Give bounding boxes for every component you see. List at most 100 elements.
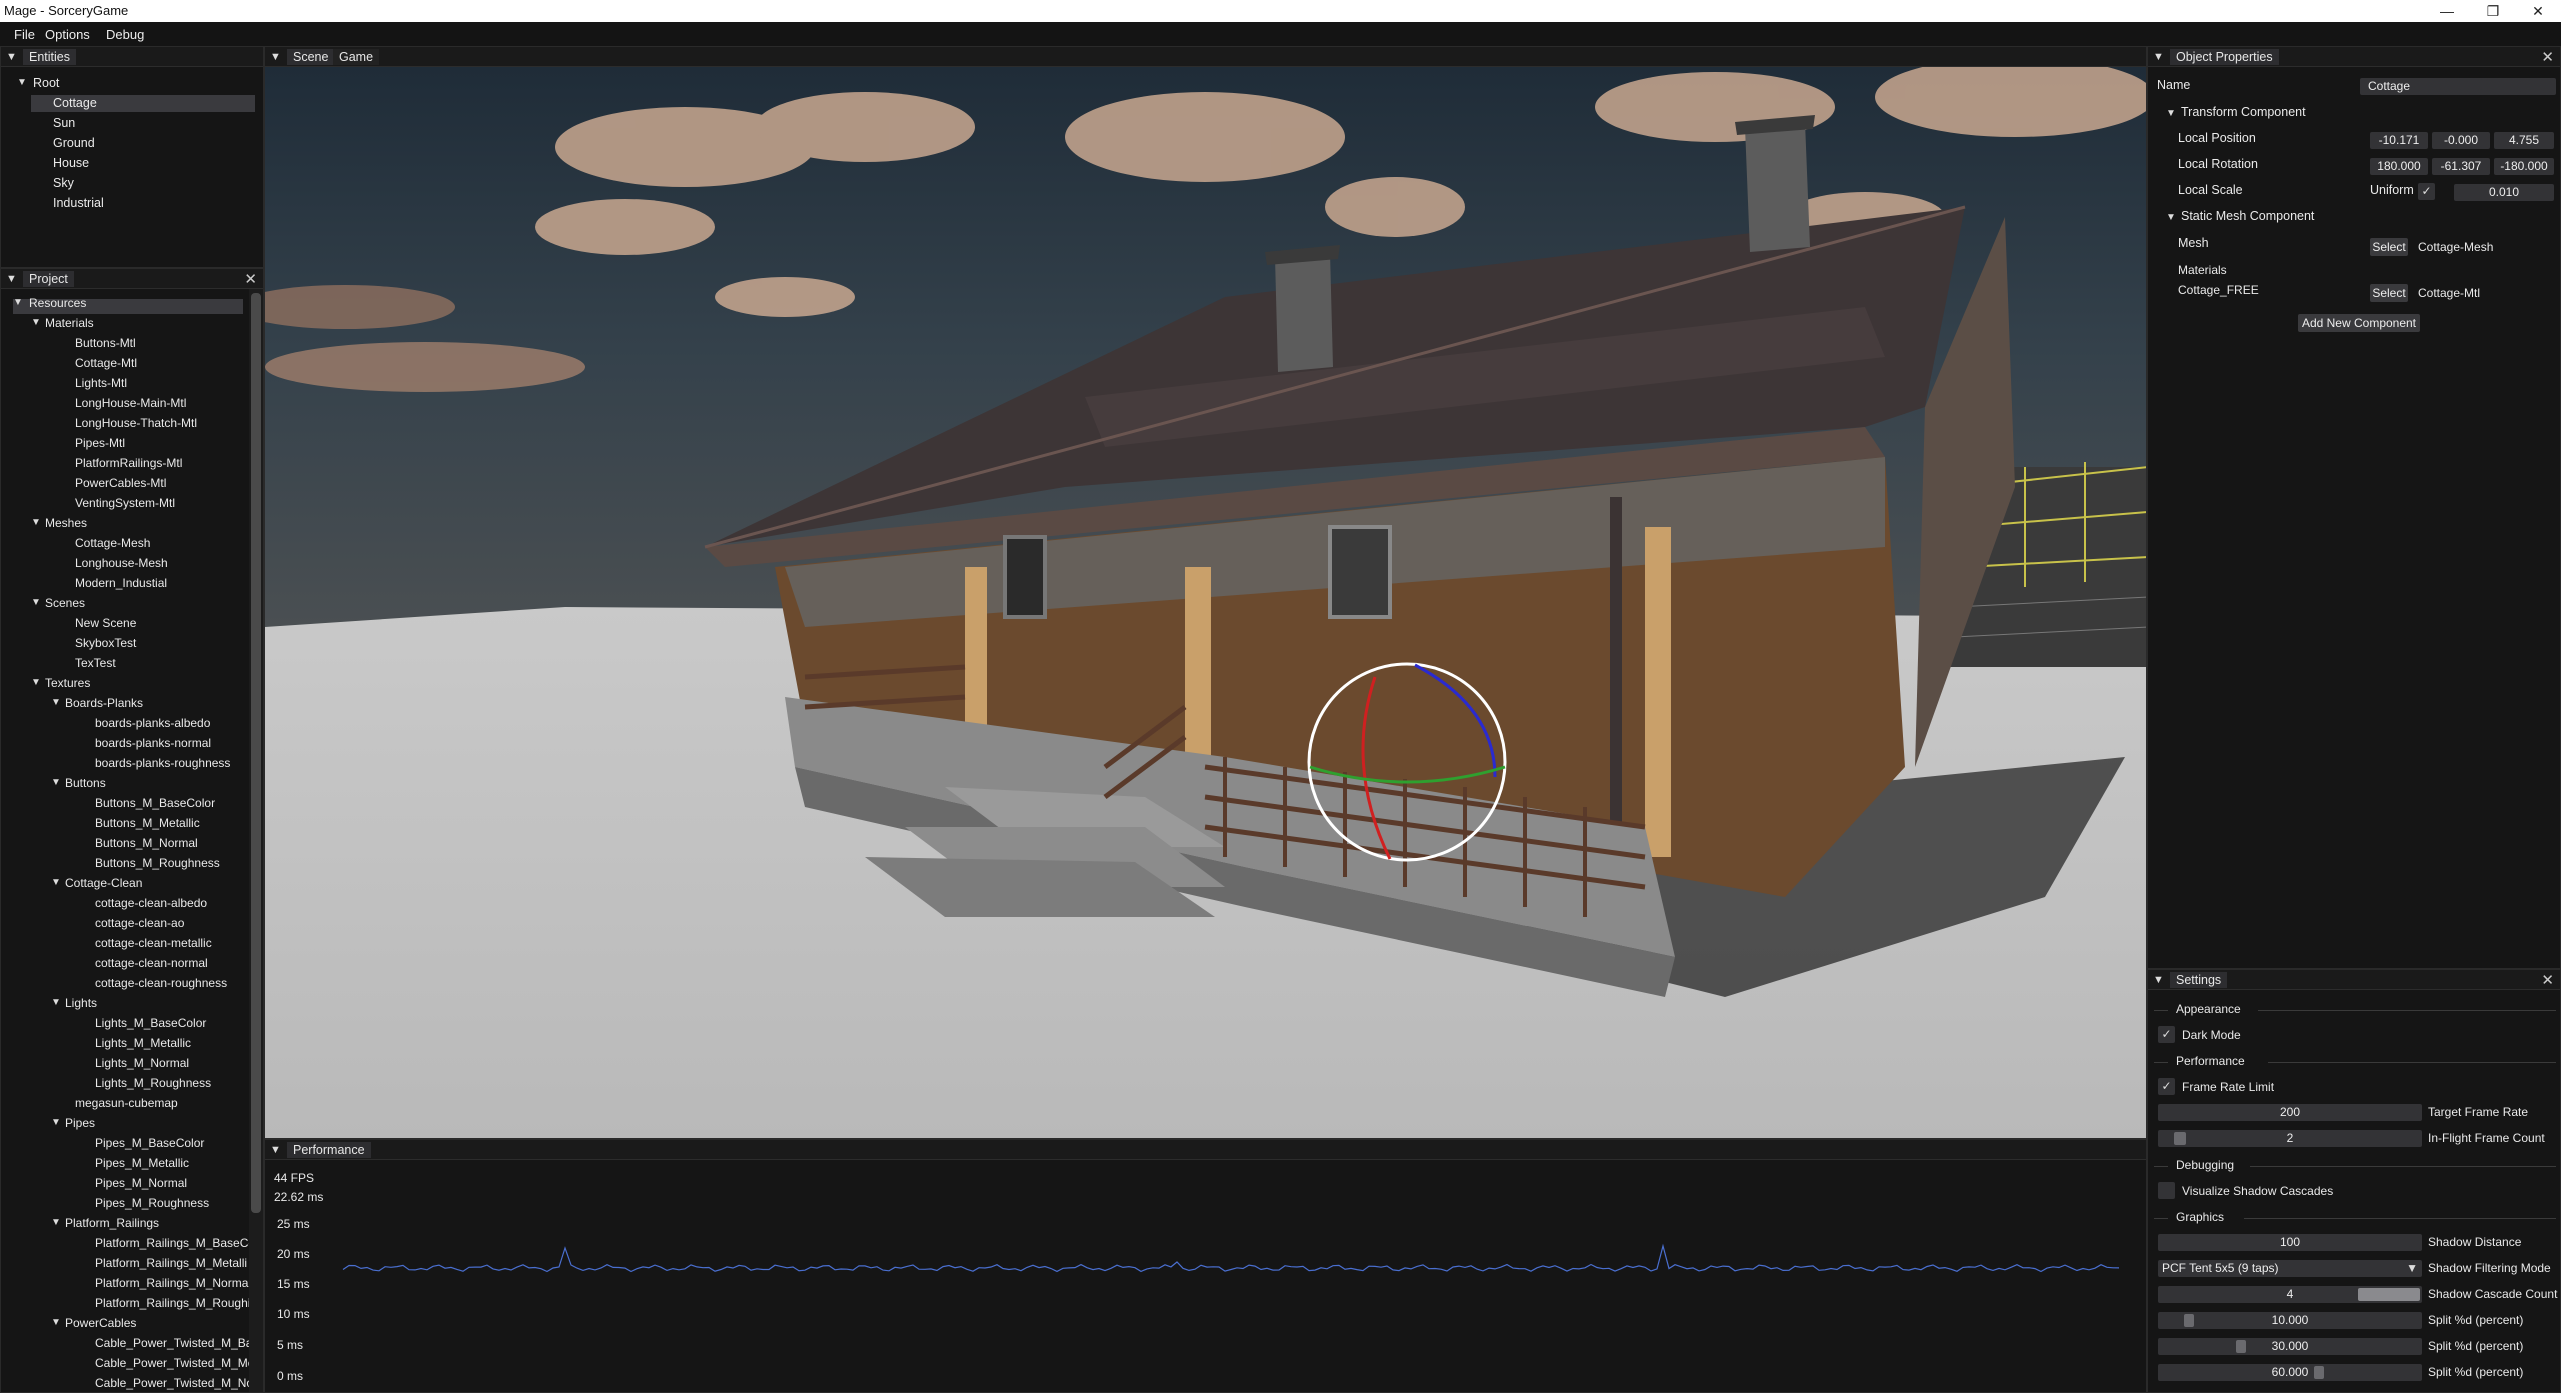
name-input[interactable]: Cottage (2360, 78, 2556, 95)
visualize-cascades-checkbox[interactable] (2158, 1182, 2175, 1199)
close-icon[interactable]: ✕ (2541, 971, 2554, 989)
project-file[interactable]: Buttons_M_Normal (95, 833, 198, 853)
entity-sky[interactable]: Sky (53, 173, 74, 193)
tab-game[interactable]: Game (333, 49, 380, 65)
add-component-button[interactable]: Add New Component (2298, 314, 2420, 332)
project-file[interactable]: LongHouse-Main-Mtl (75, 393, 186, 413)
project-file[interactable]: Pipes_M_Normal (95, 1173, 187, 1193)
tab-settings[interactable]: Settings (2170, 972, 2228, 988)
mesh-select-button[interactable]: Select (2370, 238, 2408, 256)
rotation-y-field[interactable]: -61.307 (2432, 158, 2490, 175)
expand-arrow-icon[interactable]: ▼ (51, 777, 61, 788)
project-file[interactable]: Platform_Railings_M_BaseCc (95, 1233, 254, 1253)
expand-arrow-icon[interactable]: ▼ (51, 1217, 61, 1228)
project-file[interactable]: SkyboxTest (75, 633, 136, 653)
entity-ground[interactable]: Ground (53, 133, 95, 153)
project-file[interactable]: megasun-cubemap (75, 1093, 178, 1113)
project-folder[interactable]: Materials (45, 313, 94, 333)
project-file[interactable]: Buttons-Mtl (75, 333, 136, 353)
project-scrollbar[interactable] (249, 289, 263, 1392)
expand-arrow-icon[interactable]: ▼ (51, 997, 61, 1008)
project-file[interactable]: Cable_Power_Twisted_M_No (95, 1373, 253, 1392)
panel-menu-icon[interactable]: ▼ (2153, 974, 2164, 986)
uniform-checkbox[interactable]: ✓ (2418, 183, 2435, 200)
project-file[interactable]: Cable_Power_Twisted_M_Ba: (95, 1333, 256, 1353)
cascade-count-slider[interactable]: 4 (2158, 1286, 2422, 1303)
project-file[interactable]: Cable_Power_Twisted_M_Me (95, 1353, 254, 1373)
entity-industrial[interactable]: Industrial (53, 193, 104, 213)
project-file[interactable]: Cottage-Mesh (75, 533, 150, 553)
panel-menu-icon[interactable]: ▼ (270, 1144, 281, 1156)
tab-entities[interactable]: Entities (23, 49, 76, 65)
project-file[interactable]: Pipes_M_Metallic (95, 1153, 189, 1173)
rotation-x-field[interactable]: 180.000 (2370, 158, 2428, 175)
panel-menu-icon[interactable]: ▼ (270, 51, 281, 63)
project-folder[interactable]: Textures (45, 673, 90, 693)
expand-arrow-icon[interactable]: ▼ (31, 677, 41, 688)
split1-slider[interactable]: 10.000 (2158, 1312, 2422, 1329)
static-mesh-header[interactable]: Static Mesh Component (2181, 209, 2314, 223)
expand-arrow-icon[interactable]: ▼ (51, 697, 61, 708)
project-file[interactable]: New Scene (75, 613, 136, 633)
project-folder[interactable]: Resources (29, 293, 86, 313)
position-y-field[interactable]: -0.000 (2432, 132, 2490, 149)
project-file[interactable]: Modern_Industial (75, 573, 167, 593)
expand-arrow-icon[interactable]: ▼ (31, 597, 41, 608)
close-icon[interactable]: ✕ (244, 270, 257, 288)
menu-file[interactable]: File (14, 27, 35, 42)
expand-arrow-icon[interactable]: ▼ (51, 1317, 61, 1328)
menu-options[interactable]: Options (45, 27, 90, 42)
project-file[interactable]: boards-planks-normal (95, 733, 211, 753)
split2-slider[interactable]: 30.000 (2158, 1338, 2422, 1355)
project-file[interactable]: Buttons_M_BaseColor (95, 793, 215, 813)
project-file[interactable]: cottage-clean-normal (95, 953, 208, 973)
entity-root[interactable]: Root (33, 73, 59, 93)
project-file[interactable]: VentingSystem-Mtl (75, 493, 175, 513)
project-file[interactable]: Pipes-Mtl (75, 433, 125, 453)
scene-viewport[interactable] (265, 67, 2147, 1139)
menu-debug[interactable]: Debug (106, 27, 144, 42)
project-file[interactable]: boards-planks-albedo (95, 713, 210, 733)
project-folder[interactable]: Cottage-Clean (65, 873, 142, 893)
panel-menu-icon[interactable]: ▼ (2153, 51, 2164, 63)
project-file[interactable]: cottage-clean-ao (95, 913, 184, 933)
expand-arrow-icon[interactable]: ▼ (31, 317, 41, 328)
project-file[interactable]: Platform_Railings_M_Metalli (95, 1253, 247, 1273)
project-file[interactable]: Lights_M_Roughness (95, 1073, 211, 1093)
project-file[interactable]: Buttons_M_Roughness (95, 853, 220, 873)
scrollbar-thumb[interactable] (251, 293, 261, 1213)
entity-cottage[interactable]: Cottage (53, 93, 97, 113)
material-select-button[interactable]: Select (2370, 284, 2408, 302)
project-folder[interactable]: Scenes (45, 593, 85, 613)
tab-project[interactable]: Project (23, 271, 74, 287)
maximize-button[interactable]: ❐ (2470, 0, 2516, 22)
dark-mode-checkbox[interactable]: ✓ (2158, 1026, 2175, 1043)
project-file[interactable]: boards-planks-roughness (95, 753, 230, 773)
entity-sun[interactable]: Sun (53, 113, 75, 133)
panel-menu-icon[interactable]: ▼ (6, 273, 17, 285)
expand-arrow-icon[interactable]: ▼ (51, 1117, 61, 1128)
expand-arrow-icon[interactable]: ▼ (13, 297, 23, 308)
project-folder[interactable]: Platform_Railings (65, 1213, 159, 1233)
minimize-button[interactable]: — (2424, 0, 2470, 22)
project-folder[interactable]: Boards-Planks (65, 693, 143, 713)
entity-house[interactable]: House (53, 153, 89, 173)
project-file[interactable]: PowerCables-Mtl (75, 473, 166, 493)
project-folder[interactable]: Lights (65, 993, 97, 1013)
tab-performance[interactable]: Performance (287, 1142, 371, 1158)
project-file[interactable]: cottage-clean-albedo (95, 893, 207, 913)
project-file[interactable]: Cottage-Mtl (75, 353, 137, 373)
expand-arrow-icon[interactable]: ▼ (2166, 108, 2176, 119)
expand-arrow-icon[interactable]: ▼ (2166, 212, 2176, 223)
project-file[interactable]: Platform_Railings_M_Norma (95, 1273, 248, 1293)
position-z-field[interactable]: 4.755 (2494, 132, 2554, 149)
expand-arrow-icon[interactable]: ▼ (51, 877, 61, 888)
project-folder[interactable]: Meshes (45, 513, 87, 533)
project-file[interactable]: LongHouse-Thatch-Mtl (75, 413, 197, 433)
project-file[interactable]: cottage-clean-roughness (95, 973, 227, 993)
project-folder[interactable]: PowerCables (65, 1313, 136, 1333)
tab-object-properties[interactable]: Object Properties (2170, 49, 2279, 65)
project-file[interactable]: Lights-Mtl (75, 373, 127, 393)
project-file[interactable]: cottage-clean-metallic (95, 933, 212, 953)
project-file[interactable]: Buttons_M_Metallic (95, 813, 200, 833)
